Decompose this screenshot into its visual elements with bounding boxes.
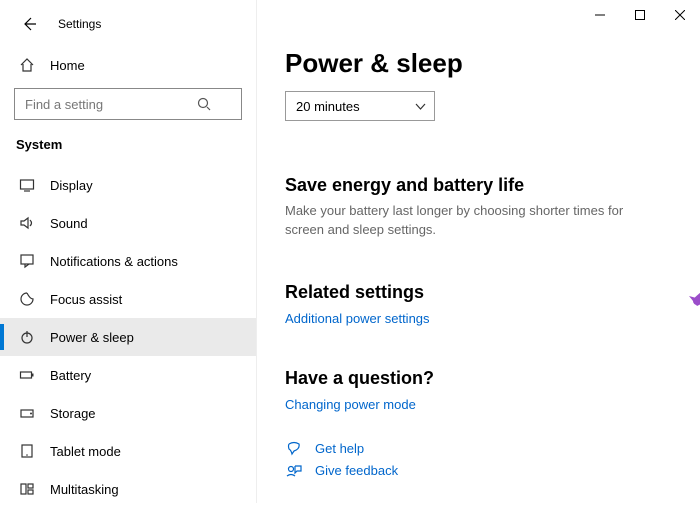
power-icon <box>18 328 36 346</box>
related-heading: Related settings <box>285 282 676 303</box>
main-content: Power & sleep 20 minutes Save energy and… <box>257 0 700 503</box>
sidebar-item-label: Sound <box>50 216 88 231</box>
sidebar-section-label: System <box>0 123 256 160</box>
sidebar-item-display[interactable]: Display <box>0 166 256 204</box>
sidebar-home[interactable]: Home <box>0 48 256 82</box>
sidebar-item-label: Battery <box>50 368 91 383</box>
focus-assist-icon <box>18 290 36 308</box>
display-icon <box>18 176 36 194</box>
get-help-row[interactable]: Get help <box>285 440 676 458</box>
sidebar-item-label: Focus assist <box>50 292 122 307</box>
save-energy-section: Save energy and battery life Make your b… <box>285 175 676 240</box>
sidebar-item-label: Tablet mode <box>50 444 121 459</box>
search-icon <box>197 97 211 111</box>
maximize-button[interactable] <box>620 0 660 30</box>
chevron-down-icon <box>415 101 426 112</box>
tablet-icon <box>18 442 36 460</box>
save-energy-heading: Save energy and battery life <box>285 175 676 196</box>
save-energy-text: Make your battery last longer by choosin… <box>285 202 665 240</box>
feedback-icon <box>285 462 303 480</box>
sidebar-item-notifications[interactable]: Notifications & actions <box>0 242 256 280</box>
home-icon <box>18 56 36 74</box>
sleep-timeout-dropdown[interactable]: 20 minutes <box>285 91 435 121</box>
question-heading: Have a question? <box>285 368 676 389</box>
sidebar-item-tablet-mode[interactable]: Tablet mode <box>0 432 256 470</box>
close-button[interactable] <box>660 0 700 30</box>
get-help-link: Get help <box>315 441 364 456</box>
get-help-icon <box>285 440 303 458</box>
sidebar-item-battery[interactable]: Battery <box>0 356 256 394</box>
sidebar-item-power-sleep[interactable]: Power & sleep <box>0 318 256 356</box>
sidebar-item-label: Display <box>50 178 93 193</box>
search-placeholder: Find a setting <box>25 97 103 112</box>
page-title: Power & sleep <box>285 48 676 79</box>
dropdown-value: 20 minutes <box>296 99 360 114</box>
sidebar-item-multitasking[interactable]: Multitasking <box>0 470 256 508</box>
search-input[interactable]: Find a setting <box>14 88 242 120</box>
annotation-arrow <box>687 266 700 316</box>
related-settings-section: Related settings Additional power settin… <box>285 282 676 326</box>
question-section: Have a question? Changing power mode <box>285 368 676 412</box>
back-button[interactable] <box>18 13 40 35</box>
changing-power-mode-link[interactable]: Changing power mode <box>285 397 676 412</box>
sidebar-item-focus-assist[interactable]: Focus assist <box>0 280 256 318</box>
give-feedback-row[interactable]: Give feedback <box>285 462 676 480</box>
app-title: Settings <box>58 17 101 31</box>
sidebar-item-label: Storage <box>50 406 96 421</box>
window-controls <box>580 0 700 30</box>
minimize-button[interactable] <box>580 0 620 30</box>
sidebar: Settings Home Find a setting System Disp… <box>0 0 257 503</box>
sidebar-item-label: Notifications & actions <box>50 254 178 269</box>
additional-power-settings-link[interactable]: Additional power settings <box>285 311 676 326</box>
sidebar-item-sound[interactable]: Sound <box>0 204 256 242</box>
notifications-icon <box>18 252 36 270</box>
sound-icon <box>18 214 36 232</box>
sidebar-item-storage[interactable]: Storage <box>0 394 256 432</box>
home-label: Home <box>50 58 85 73</box>
give-feedback-link: Give feedback <box>315 463 398 478</box>
sidebar-item-label: Power & sleep <box>50 330 134 345</box>
storage-icon <box>18 404 36 422</box>
battery-icon <box>18 366 36 384</box>
sidebar-item-label: Multitasking <box>50 482 119 497</box>
multitasking-icon <box>18 480 36 498</box>
